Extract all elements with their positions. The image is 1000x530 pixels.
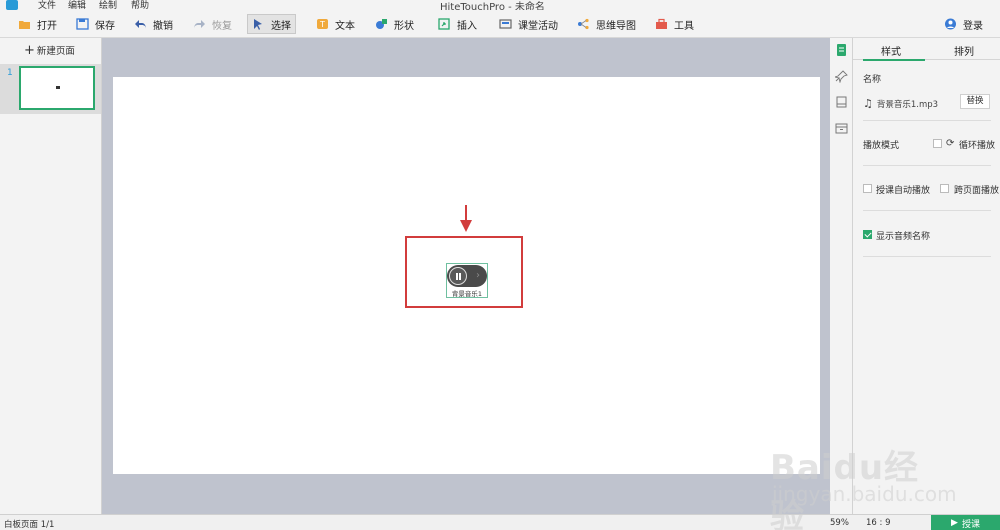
mindmap-label: 思维导图 [596,20,636,32]
music-note-icon: ♫ [863,97,873,110]
audio-file-name: 背景音乐1.mp3 [876,99,939,110]
audio-widget[interactable]: › 背景音乐1 [446,263,488,298]
toolbox-icon [655,18,668,30]
select-button[interactable]: 选择 [247,14,296,34]
activity-icon [499,18,512,30]
text-label: 文本 [335,20,355,32]
shape-label: 形状 [394,20,414,32]
baidu-watermark: Baidu经验 jingyan.baidu.com [770,440,957,530]
menubar: 文件 编辑 绘制 帮助 HiteTouchPro - 未命名 [0,0,1000,13]
red-arrow-annotation [460,205,472,232]
chevron-right-icon[interactable]: › [476,270,480,281]
show-name-checkbox[interactable] [863,230,872,239]
insert-label: 插入 [457,20,477,32]
loop-icon: ⟳ [946,138,955,149]
save-button[interactable]: 保存 [72,14,119,34]
replace-button[interactable]: 替换 [960,94,990,109]
page-info: 白板页面 1/1 [4,520,55,530]
play-mode-label: 播放模式 [863,141,900,151]
cross-page-label: 跨页面播放 [954,186,1000,196]
tools-button[interactable]: 工具 [651,14,698,34]
divider [863,120,991,121]
shape-icon [375,18,388,30]
cross-page-checkbox[interactable] [940,184,949,193]
activity-label: 课堂活动 [518,20,558,32]
cursor-icon [252,18,265,30]
app-logo-icon [6,0,18,10]
pause-icon-bar [459,273,461,280]
insert-icon [438,18,451,30]
select-label: 选择 [271,20,291,32]
thumbnail-audio-marker [56,86,60,89]
svg-text:T: T [319,20,325,29]
open-button[interactable]: 打开 [14,14,61,34]
text-icon: T [316,18,329,30]
toolbar: 打开 保存 撤销 恢复 选择 T 文本 形状 插入 课堂活动 思维导图 工具 登… [0,10,1000,38]
active-tab-indicator [863,59,925,61]
page-thumbnail-row[interactable]: 1 [0,64,101,114]
watermark-url: jingyan.baidu.com [772,482,957,506]
activity-button[interactable]: 课堂活动 [495,14,562,34]
play-icon: ▶ [951,518,958,528]
mindmap-icon [577,18,590,30]
pause-button[interactable] [449,267,467,285]
loop-label: 循环播放 [959,141,996,151]
autoplay-label: 授课自动播放 [876,186,931,196]
layers-icon[interactable] [835,96,848,109]
text-button[interactable]: T 文本 [312,14,359,34]
undo-icon [134,18,147,30]
page-thumbnail[interactable] [19,66,95,110]
undo-button[interactable]: 撤销 [130,14,177,34]
tab-style[interactable]: 样式 [881,43,901,58]
new-page-button[interactable]: + 新建页面 [24,42,75,58]
loop-checkbox[interactable] [933,139,942,148]
divider [863,256,991,257]
save-icon [76,18,89,30]
login-button[interactable]: 登录 [940,14,987,34]
redo-icon [193,18,206,30]
user-icon [944,18,957,30]
tools-label: 工具 [674,20,694,32]
save-label: 保存 [95,20,115,32]
mindmap-button[interactable]: 思维导图 [573,14,640,34]
pause-icon [456,273,458,280]
redo-button[interactable]: 恢复 [189,14,236,34]
audio-file-row: ♫ 背景音乐1.mp3 [863,97,938,110]
divider [863,210,991,211]
name-label: 名称 [863,75,882,85]
audio-name-label: 背景音乐1 [451,290,483,298]
open-label: 打开 [37,20,57,32]
page-number: 1 [7,68,13,78]
show-name-label: 显示音频名称 [876,232,931,242]
folder-icon [18,18,31,30]
teach-label: 授课 [961,519,980,530]
divider [863,165,991,166]
document-icon[interactable] [835,44,848,57]
login-label: 登录 [963,20,983,32]
shape-button[interactable]: 形状 [371,14,418,34]
tab-arrange[interactable]: 排列 [954,43,974,58]
pin-icon[interactable] [835,70,848,83]
insert-button[interactable]: 插入 [434,14,481,34]
plus-icon: + [24,42,35,58]
redo-label: 恢复 [212,20,232,32]
undo-label: 撤销 [153,20,173,32]
archive-icon[interactable] [835,122,848,135]
audio-player-bar[interactable]: › [447,265,487,287]
properties-tabs: 样式 排列 [853,38,1000,61]
new-page-label: 新建页面 [36,46,75,57]
autoplay-checkbox[interactable] [863,184,872,193]
pages-panel: + 新建页面 1 [0,38,102,514]
